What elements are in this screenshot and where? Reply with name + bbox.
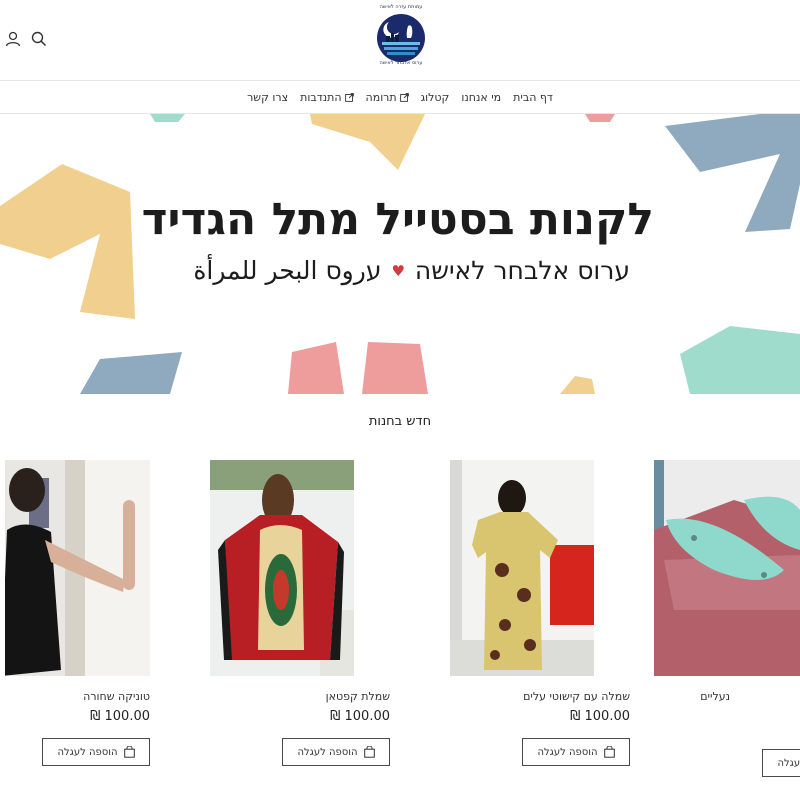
- add-to-cart-button[interactable]: הוספה לעגלה: [42, 738, 150, 766]
- product-card[interactable]: טוניקה שחורה 100.00 ₪ הוספה לעגלה: [5, 460, 150, 766]
- nav-item-label: דף הבית: [513, 91, 553, 104]
- hero-banner[interactable]: לקנות בסטייל מתל הגדיד ערוס אלבחר לאישה …: [0, 114, 800, 394]
- main-nav: דף הבית מי אנחנו קטלוג תרומה התנדבות צרו…: [0, 82, 800, 114]
- add-to-cart-label: הוספה לעגלה: [57, 746, 118, 758]
- add-to-cart-button[interactable]: הוספה לעגלה: [282, 738, 390, 766]
- banner-title: לקנות בסטייל מתל הגדיד: [141, 194, 654, 245]
- product-price: 100.00 ₪: [570, 709, 630, 724]
- nav-item-label: קטלוג: [420, 91, 450, 104]
- external-link-icon: [344, 93, 354, 102]
- product-name[interactable]: טוניקה שחורה: [5, 690, 150, 703]
- nav-item-donation[interactable]: תרומה: [366, 91, 409, 104]
- banner-subtitle: ערוס אלבחר לאישה ♥ עروס البحر للمرأة: [193, 256, 630, 285]
- nav-item-label: צרו קשר: [247, 91, 289, 104]
- banner-decoration: [0, 114, 800, 394]
- product-name[interactable]: שמלת קפטאן: [245, 690, 390, 703]
- site-header: עמותת עזרה לאישה ערוס אלבחר לאישה: [0, 0, 800, 81]
- section-title: חדש בחנות: [368, 414, 432, 429]
- search-icon[interactable]: [29, 29, 49, 49]
- banner-subtitle-left: עروס البحر للمرأة: [193, 256, 382, 285]
- product-image[interactable]: [210, 460, 354, 676]
- external-link-icon: [399, 93, 409, 102]
- site-logo[interactable]: עמותת עזרה לאישה ערוס אלבחר לאישה: [368, 4, 434, 74]
- shopping-bag-icon: [123, 746, 135, 758]
- product-card[interactable]: נעליים הוספה לעגלה: [654, 460, 800, 790]
- nav-item-label: מי אנחנו: [461, 91, 502, 104]
- nav-item-about[interactable]: מי אנחנו: [461, 91, 501, 104]
- product-card[interactable]: שמלה עם קישוטי עלים 100.00 ₪ הוספה לעגלה: [450, 460, 630, 766]
- shopping-bag-icon: [363, 746, 375, 758]
- product-image[interactable]: [450, 460, 594, 676]
- product-image[interactable]: [5, 460, 150, 676]
- nav-item-home[interactable]: דף הבית: [513, 91, 553, 104]
- product-price: 100.00 ₪: [90, 709, 150, 724]
- user-icon[interactable]: [3, 29, 23, 49]
- banner-subtitle-right: ערוס אלבחר לאישה: [414, 256, 630, 285]
- nav-item-label: התנדבות: [300, 91, 342, 104]
- add-to-cart-label: הוספה לעגלה: [297, 746, 358, 758]
- add-to-cart-label: הוספה לעגלה: [777, 757, 800, 769]
- nav-item-contact[interactable]: צרו קשר: [247, 91, 288, 104]
- product-name[interactable]: נעליים: [654, 690, 730, 703]
- nav-item-catalog[interactable]: קטלוג: [421, 91, 450, 104]
- add-to-cart-button[interactable]: הוספה לעגלה: [522, 738, 630, 766]
- product-price: 100.00 ₪: [330, 709, 390, 724]
- product-card[interactable]: שמלת קפטאן 100.00 ₪ הוספה לעגלה: [210, 460, 390, 766]
- product-name[interactable]: שמלה עם קישוטי עלים: [485, 690, 630, 703]
- product-image[interactable]: [654, 460, 800, 676]
- add-to-cart-label: הוספה לעגלה: [537, 746, 598, 758]
- logo-text-bottom: ערוס אלבחר לאישה: [379, 60, 423, 66]
- nav-item-volunteer[interactable]: התנדבות: [300, 91, 354, 104]
- heart-icon: ♥: [391, 261, 405, 280]
- add-to-cart-button[interactable]: הוספה לעגלה: [762, 749, 800, 777]
- nav-item-label: תרומה: [365, 91, 397, 104]
- shopping-bag-icon: [603, 746, 615, 758]
